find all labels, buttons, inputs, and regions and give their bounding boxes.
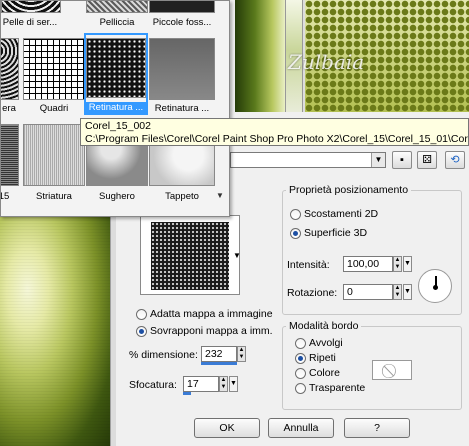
source-preview xyxy=(235,0,285,112)
offset-2d-label: Scostamenti 2D xyxy=(304,208,379,220)
reset-icon: ⟲ xyxy=(450,154,460,166)
rotation-dropdown[interactable]: ▼ xyxy=(403,284,412,300)
texture-label: Striatura xyxy=(36,191,72,202)
scroll-down-icon[interactable]: ▼ xyxy=(216,191,226,201)
blur-stepper[interactable]: ▲ ▼ xyxy=(219,376,228,392)
texture-thumb[interactable] xyxy=(23,38,85,100)
texture-label: Sughero xyxy=(99,191,135,202)
blur-input[interactable]: 17 xyxy=(183,376,219,392)
texture-thumb[interactable] xyxy=(149,38,215,100)
intensity-input[interactable]: 100,00 xyxy=(343,256,393,272)
blur-slider[interactable] xyxy=(183,392,191,395)
overlay-map-label: Sovrapponi mappa a imm. xyxy=(150,325,273,337)
texture-swatch[interactable] xyxy=(151,222,229,290)
repeat-radio[interactable] xyxy=(295,353,306,364)
rotation-stepper[interactable]: ▲ ▼ xyxy=(393,284,402,300)
texture-label: Tappeto xyxy=(165,191,199,202)
transparent-radio[interactable] xyxy=(295,383,306,394)
texture-label: Pelliccia xyxy=(99,17,135,28)
image-preview-left xyxy=(0,205,110,446)
transparent-label: Trasparente xyxy=(309,382,366,394)
help-button[interactable]: ? xyxy=(344,418,410,438)
blur-label: Sfocatura: xyxy=(129,379,177,391)
size-input[interactable]: 232 xyxy=(201,346,237,362)
texture-thumb[interactable] xyxy=(1,124,19,186)
save-preset-button[interactable]: ▪ xyxy=(392,151,412,169)
texture-path-tooltip: Corel_15_002 C:\Program Files\Corel\Core… xyxy=(80,118,469,146)
placement-title: Proprietà posizionamento xyxy=(286,184,412,196)
wrap-label: Avvolgi xyxy=(309,337,343,349)
fit-map-radio[interactable] xyxy=(136,309,147,320)
size-label: % dimensione: xyxy=(129,349,198,361)
panel-divider xyxy=(110,205,116,446)
color-radio[interactable] xyxy=(295,368,306,379)
floppy-icon: ▪ xyxy=(400,154,404,166)
intensity-label: Intensità: xyxy=(287,259,330,271)
edge-mode-title: Modalità bordo xyxy=(286,320,362,332)
texture-thumb[interactable] xyxy=(149,1,215,13)
texture-thumb-selected[interactable] xyxy=(86,38,146,98)
chevron-down-icon[interactable]: ▼ xyxy=(233,251,241,260)
edge-color-swatch[interactable]: ⃠ xyxy=(372,360,412,380)
fit-map-label: Adatta mappa a immagine xyxy=(150,308,273,320)
rotation-input[interactable]: 0 xyxy=(343,284,393,300)
texture-thumb[interactable] xyxy=(86,1,148,13)
texture-label: Retinatura ... xyxy=(154,103,210,114)
preset-dropdown[interactable]: ▼ xyxy=(230,152,386,168)
intensity-dropdown[interactable]: ▼ xyxy=(403,256,412,272)
dice-icon: ⚄ xyxy=(422,154,432,166)
texture-picker: Pelle di ser... Pelliccia Piccole foss..… xyxy=(0,0,230,217)
texture-label: Retinatura ... xyxy=(86,102,146,113)
intensity-stepper[interactable]: ▲ ▼ xyxy=(393,256,402,272)
rotation-label: Rotazione: xyxy=(287,287,338,299)
color-label: Colore xyxy=(309,367,340,379)
cancel-button[interactable]: Annulla xyxy=(268,418,334,438)
texture-thumb[interactable] xyxy=(23,124,85,186)
texture-label: Pelle di ser... xyxy=(2,17,58,28)
watermark: Zulbaia xyxy=(288,50,365,74)
texture-label: Quadri xyxy=(39,103,69,114)
tooltip-texture-name: Corel_15_002 xyxy=(85,120,151,132)
rotation-dial[interactable] xyxy=(418,269,452,303)
overlay-map-radio[interactable] xyxy=(136,326,147,337)
texture-label: Piccole foss... xyxy=(152,17,212,28)
texture-preview-panel[interactable] xyxy=(140,215,240,295)
size-slider[interactable] xyxy=(201,362,237,365)
repeat-label: Ripeti xyxy=(309,352,336,364)
surface-3d-label: Superficie 3D xyxy=(304,227,368,239)
size-stepper[interactable]: ▲ ▼ xyxy=(237,346,246,362)
surface-3d-radio[interactable] xyxy=(290,228,301,239)
ok-button[interactable]: OK xyxy=(194,418,260,438)
tooltip-texture-path: C:\Program Files\Corel\Corel Paint Shop … xyxy=(85,133,469,145)
reset-button[interactable]: ⟲ xyxy=(445,151,465,169)
chevron-down-icon[interactable]: ▼ xyxy=(371,153,385,167)
wrap-radio[interactable] xyxy=(295,338,306,349)
dial-center xyxy=(433,285,438,290)
offset-2d-radio[interactable] xyxy=(290,209,301,220)
blur-dropdown[interactable]: ▼ xyxy=(229,376,238,392)
texture-thumb[interactable] xyxy=(1,38,19,100)
texture-thumb[interactable] xyxy=(1,1,61,13)
randomize-button[interactable]: ⚄ xyxy=(417,151,437,169)
